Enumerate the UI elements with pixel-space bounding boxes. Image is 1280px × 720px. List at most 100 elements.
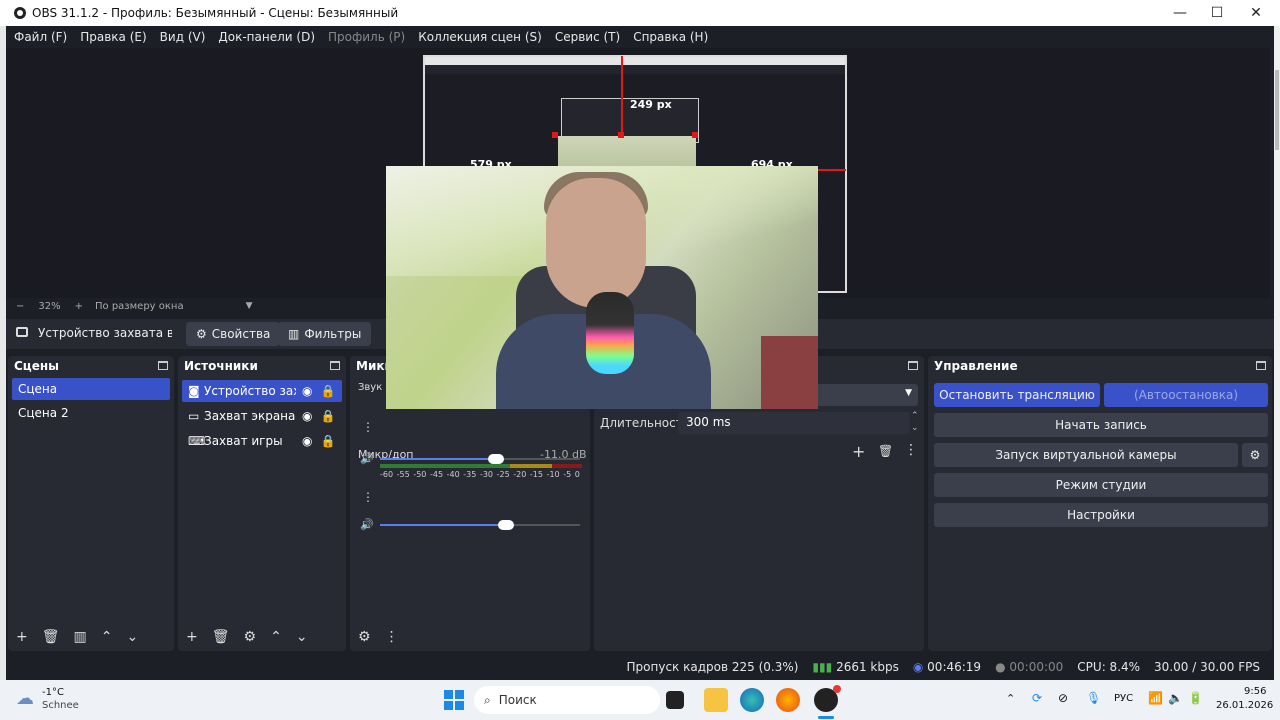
menu-scene-collection[interactable]: Коллекция сцен (S) xyxy=(418,30,542,44)
stepper-down-icon[interactable]: ⌄ xyxy=(911,423,919,433)
source-item[interactable]: ◙ Устройство захвата видео ◉ 🔒 xyxy=(182,380,342,402)
volume-knob[interactable] xyxy=(498,520,514,530)
filter-icon[interactable]: ▥ xyxy=(74,629,87,645)
level-meter xyxy=(510,464,552,468)
chevron-down-icon[interactable]: ⌄ xyxy=(296,629,308,645)
start-recording-button[interactable]: Начать запись xyxy=(934,413,1268,437)
stepper-up-icon[interactable]: ⌃ xyxy=(911,411,919,421)
add-icon[interactable]: + xyxy=(16,629,28,645)
chevron-down-icon[interactable]: ⌄ xyxy=(126,629,138,645)
file-explorer-icon[interactable] xyxy=(704,688,728,712)
properties-button[interactable]: ⚙ Свойства xyxy=(186,322,281,346)
record-icon: ● xyxy=(995,660,1006,674)
lock-icon[interactable]: 🔒 xyxy=(320,434,335,448)
network-off-icon[interactable]: ⊘ xyxy=(1058,691,1068,705)
weather-desc: Schnee xyxy=(42,700,79,711)
eye-icon[interactable]: ◉ xyxy=(302,434,312,448)
lock-icon[interactable]: 🔒 xyxy=(320,409,335,423)
obs-taskbar-icon[interactable] xyxy=(814,685,841,712)
settings-button[interactable]: Настройки xyxy=(934,503,1268,527)
scene-item[interactable]: Сцена 2 xyxy=(12,402,170,424)
add-icon[interactable]: + xyxy=(186,629,198,645)
dropped-frames: Пропуск кадров 225 (0.3%) xyxy=(626,660,799,674)
resize-handle[interactable] xyxy=(692,132,698,138)
trash-icon[interactable]: 🗑 xyxy=(212,629,230,645)
resize-handle[interactable] xyxy=(618,132,624,138)
volume-icon[interactable]: 🔈 xyxy=(1168,691,1183,705)
guide-line-top xyxy=(621,56,623,136)
virtual-camera-button[interactable]: Запуск виртуальной камеры xyxy=(934,443,1238,467)
clock-date[interactable]: 26.01.2026 xyxy=(1216,700,1273,711)
resize-handle[interactable] xyxy=(552,132,558,138)
source-label: Захват экрана 2 xyxy=(204,409,296,423)
volume-knob[interactable] xyxy=(488,454,504,464)
sources-footer: + 🗑 ⚙ ⌃ ⌄ xyxy=(178,623,346,651)
windows-start-icon[interactable] xyxy=(444,690,464,710)
taskview-icon[interactable] xyxy=(666,691,684,709)
windows-taskbar: ☁ -1°C Schnee ⌕ Поиск ⌃ ⟳ ⊘ 🎙 РУС 📶 🔈 🔋 … xyxy=(0,680,1280,720)
gear-icon[interactable]: ⚙ xyxy=(1242,443,1268,467)
scrollbar[interactable] xyxy=(1274,26,1280,680)
scene-item[interactable]: Сцена xyxy=(12,378,170,400)
clock-time[interactable]: 9:56 xyxy=(1244,686,1266,697)
menu-view[interactable]: Вид (V) xyxy=(160,30,206,44)
bitrate: ▮▮▮ 2661 kbps xyxy=(812,660,899,674)
volume-slider[interactable] xyxy=(380,454,580,464)
webcam-preview[interactable] xyxy=(386,166,818,409)
selected-source-name: Устройство захвата видео xyxy=(38,326,172,340)
close-button[interactable]: ✕ xyxy=(1236,0,1276,26)
menu-help[interactable]: Справка (H) xyxy=(633,30,708,44)
maximize-button[interactable]: ☐ xyxy=(1197,0,1237,26)
chevron-up-icon[interactable]: ⌃ xyxy=(101,629,113,645)
window-title: OBS 31.1.2 - Профиль: Безымянный - Сцены… xyxy=(32,6,399,20)
studio-mode-button[interactable]: Режим студии xyxy=(934,473,1268,497)
zoom-out-button[interactable]: − xyxy=(16,301,24,312)
eye-icon[interactable]: ◉ xyxy=(302,384,312,398)
menu-file[interactable]: Файл (F) xyxy=(14,30,67,44)
chevron-down-icon[interactable]: ▼ xyxy=(246,301,253,311)
edge-icon[interactable] xyxy=(740,688,764,712)
camera-icon xyxy=(16,327,28,337)
trash-icon[interactable]: 🗑 xyxy=(42,629,60,645)
filters-button[interactable]: ▥ Фильтры xyxy=(278,322,372,346)
firefox-icon[interactable] xyxy=(776,688,800,712)
source-item[interactable]: ⌨ Захват игры ◉ 🔒 xyxy=(182,430,342,452)
zoom-mode-select[interactable]: По размеру окна xyxy=(95,301,184,312)
speaker-icon[interactable]: 🔊 xyxy=(360,452,374,465)
kebab-menu-icon[interactable]: ⋮ xyxy=(362,490,374,504)
zoom-in-button[interactable]: + xyxy=(75,301,83,312)
menu-edit[interactable]: Правка (E) xyxy=(80,30,146,44)
duration-label: Длительность xyxy=(600,416,690,430)
weather-icon[interactable]: ☁ xyxy=(16,688,34,709)
sync-icon[interactable]: ⟳ xyxy=(1032,691,1042,705)
kebab-menu-icon[interactable]: ⋮ xyxy=(362,420,374,434)
advanced-audio-icon[interactable]: ⚙ xyxy=(358,629,371,645)
taskbar-search[interactable]: ⌕ Поиск xyxy=(474,686,660,714)
kebab-menu-icon[interactable]: ⋮ xyxy=(904,442,918,458)
menu-docks[interactable]: Док-панели (D) xyxy=(218,30,315,44)
undock-icon[interactable] xyxy=(1256,361,1266,370)
trash-icon[interactable]: 🗑 xyxy=(878,444,893,458)
add-icon[interactable]: + xyxy=(852,442,865,461)
undock-icon[interactable] xyxy=(158,361,168,370)
lock-icon[interactable]: 🔒 xyxy=(320,384,335,398)
language-indicator[interactable]: РУС xyxy=(1114,693,1133,704)
undock-icon[interactable] xyxy=(908,361,918,370)
kebab-menu-icon[interactable]: ⋮ xyxy=(385,629,399,645)
gear-icon[interactable]: ⚙ xyxy=(244,629,257,645)
menu-tools[interactable]: Сервис (T) xyxy=(555,30,620,44)
speaker-icon[interactable]: 🔊 xyxy=(360,518,374,531)
signal-icon: ▮▮▮ xyxy=(812,660,833,674)
chevron-up-icon[interactable]: ⌃ xyxy=(1006,692,1015,705)
minimize-button[interactable]: — xyxy=(1160,0,1200,26)
source-item[interactable]: ▭ Захват экрана 2 ◉ 🔒 xyxy=(182,405,342,427)
eye-icon[interactable]: ◉ xyxy=(302,409,312,423)
undock-icon[interactable] xyxy=(330,361,340,370)
microphone-icon[interactable]: 🎙 xyxy=(1086,691,1101,705)
chevron-up-icon[interactable]: ⌃ xyxy=(270,629,282,645)
duration-input[interactable]: 300 ms xyxy=(678,412,910,434)
wifi-icon[interactable]: 📶 xyxy=(1148,691,1163,705)
battery-icon[interactable]: 🔋 xyxy=(1188,691,1203,705)
volume-slider[interactable] xyxy=(380,520,580,530)
stop-streaming-button[interactable]: Остановить трансляцию xyxy=(934,383,1100,407)
